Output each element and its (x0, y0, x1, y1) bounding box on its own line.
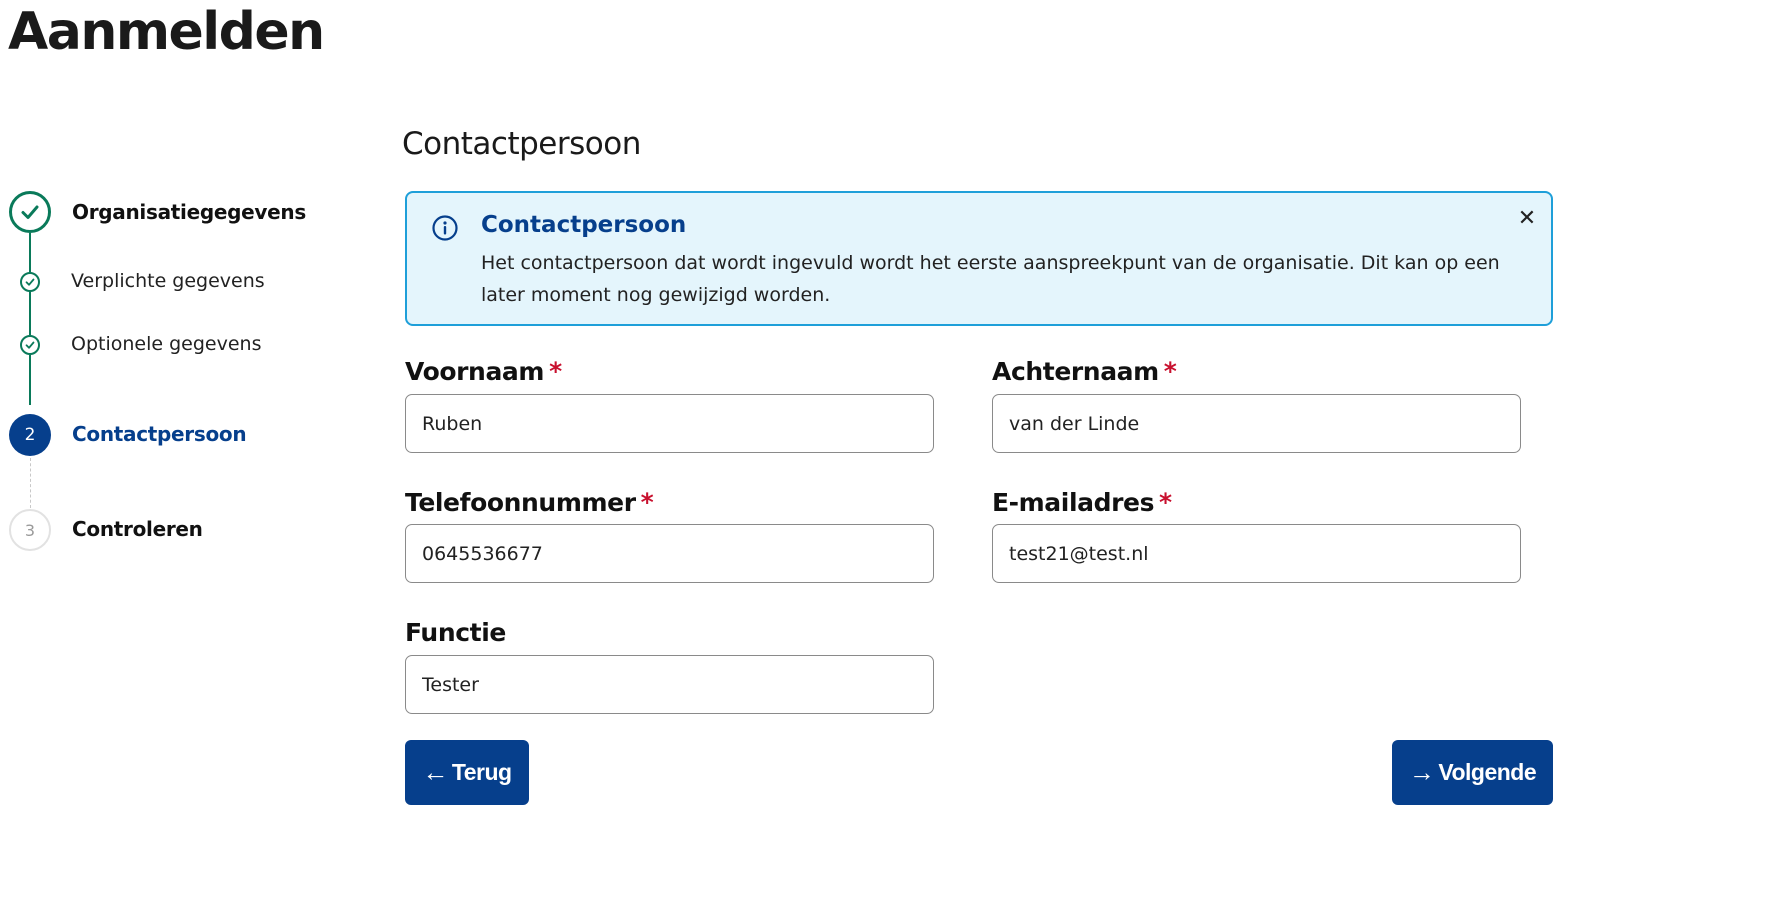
voornaam-label-text: Voornaam (405, 357, 545, 386)
step-number-active: 2 (9, 414, 51, 456)
achternaam-label-text: Achternaam (992, 357, 1159, 386)
back-button-label: Terug (451, 759, 512, 785)
functie-field[interactable] (405, 655, 934, 714)
step-connector (29, 291, 31, 335)
required-mark: * (549, 357, 562, 386)
voornaam-label: Voornaam * (405, 357, 562, 386)
arrow-left-icon: ← (422, 757, 448, 787)
telefoon-field[interactable] (405, 524, 934, 583)
substep-check-icon (20, 272, 40, 292)
telefoon-label-text: Telefoonnummer (405, 488, 636, 517)
step-contactpersoon: Contactpersoon (72, 422, 247, 446)
required-mark: * (1159, 488, 1172, 517)
close-icon[interactable]: ✕ (1515, 207, 1539, 231)
step-connector (29, 233, 31, 273)
functie-label: Functie (405, 618, 506, 647)
step-optionele-gegevens[interactable]: Optionele gegevens (71, 333, 261, 355)
substep-check-icon (20, 335, 40, 355)
alert-title: Contactpersoon (481, 212, 687, 238)
step-connector (29, 355, 31, 405)
required-mark: * (640, 488, 654, 517)
step-connector-pending (30, 458, 31, 508)
telefoon-label: Telefoonnummer * (405, 488, 654, 517)
voornaam-field[interactable] (405, 394, 934, 453)
required-mark: * (1163, 357, 1177, 386)
section-title: Contactpersoon (402, 126, 641, 162)
achternaam-label: Achternaam * (992, 357, 1177, 386)
step-organisatiegegevens[interactable]: Organisatiegegevens (72, 200, 306, 224)
stepper: Organisatiegegevens Verplichte gegevens … (0, 0, 390, 650)
email-label: E-mailadres * (992, 488, 1172, 517)
email-field[interactable] (992, 524, 1521, 583)
step-verplichte-gegevens[interactable]: Verplichte gegevens (71, 270, 265, 292)
arrow-right-icon: → (1408, 757, 1435, 787)
functie-label-text: Functie (405, 618, 506, 647)
step-done-check-icon (9, 191, 51, 233)
achternaam-field[interactable] (992, 394, 1521, 453)
info-icon (432, 215, 458, 241)
step-number-pending: 3 (9, 509, 51, 551)
next-button[interactable]: → Volgende (1392, 740, 1553, 805)
email-label-text: E-mailadres (992, 488, 1155, 517)
step-controleren: Controleren (72, 517, 203, 541)
alert-text: Het contactpersoon dat wordt ingevuld wo… (481, 252, 1500, 306)
back-button[interactable]: ← Terug (405, 740, 529, 805)
info-alert: Contactpersoon Het contactpersoon dat wo… (405, 191, 1553, 326)
next-button-label: Volgende (1438, 759, 1537, 785)
